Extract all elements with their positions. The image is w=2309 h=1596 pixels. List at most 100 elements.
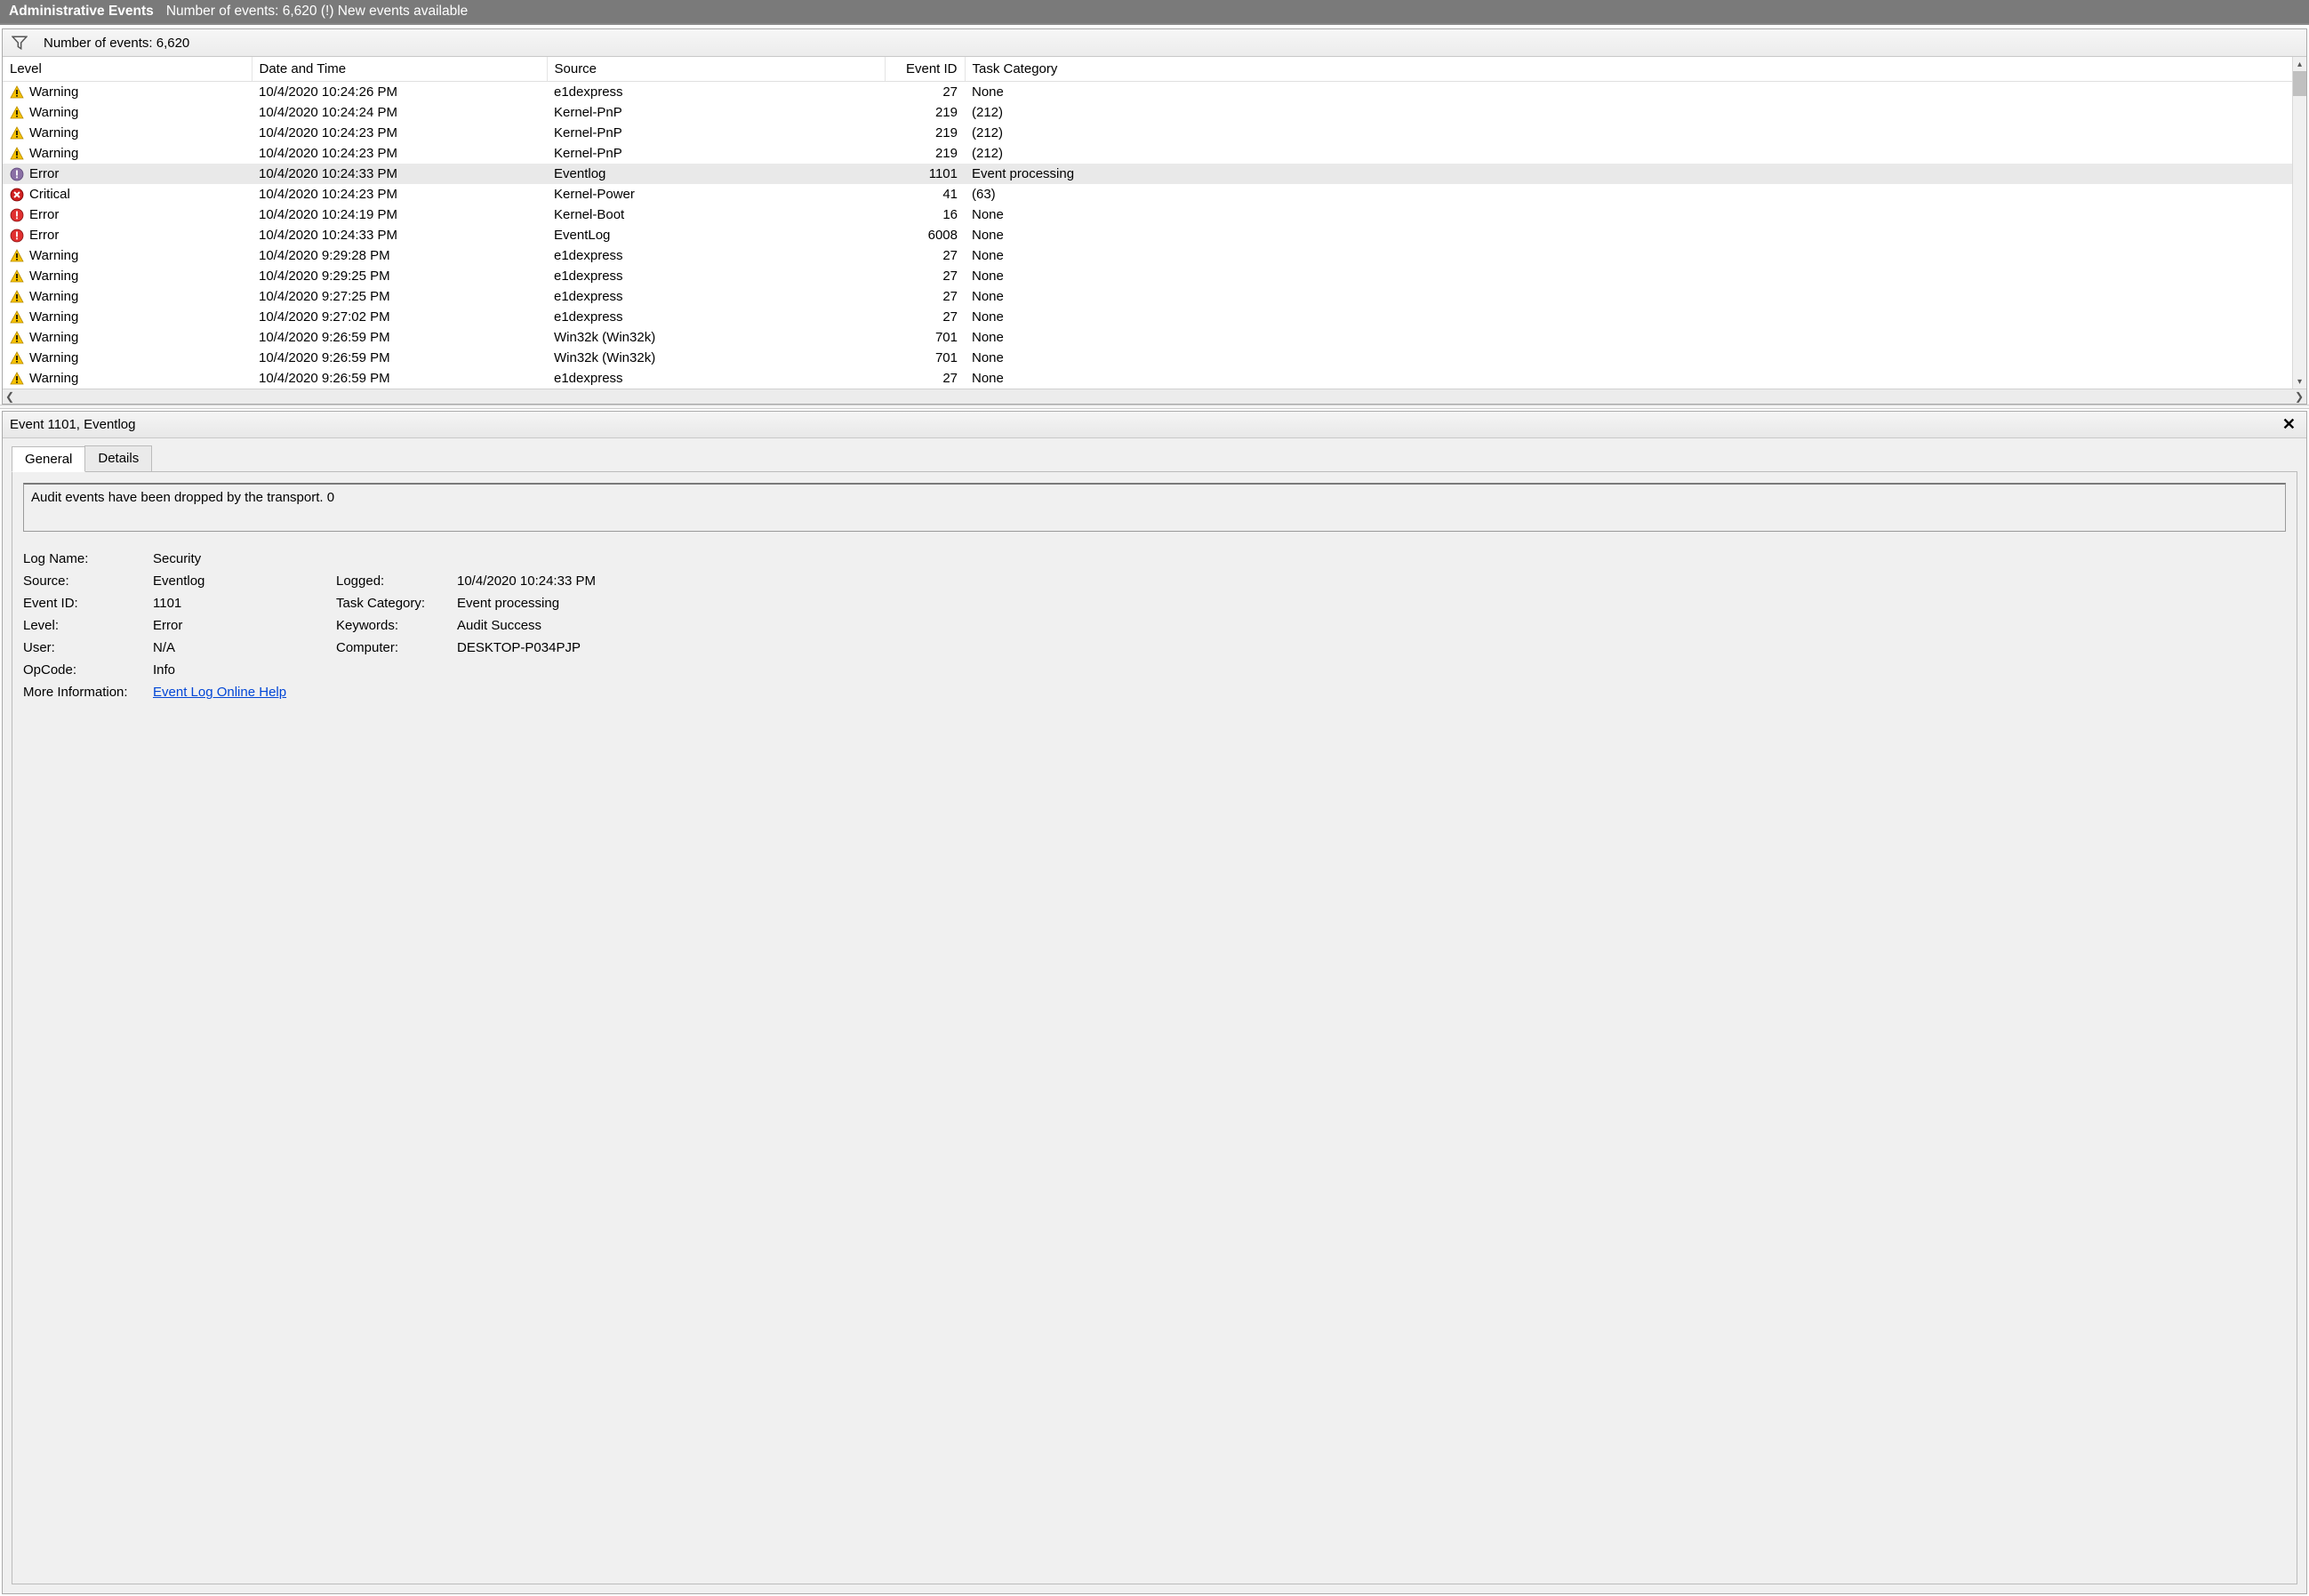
cell-date: 10/4/2020 9:27:02 PM — [252, 307, 547, 327]
cell-level: Warning — [3, 266, 252, 286]
critical-icon — [10, 188, 24, 202]
table-row[interactable]: Warning10/4/2020 10:24:23 PMKernel-PnP21… — [3, 143, 2306, 164]
table-row[interactable]: Warning10/4/2020 9:27:25 PMe1dexpress27N… — [3, 286, 2306, 307]
table-row[interactable]: Error10/4/2020 10:24:33 PMEventLog6008No… — [3, 225, 2306, 245]
label-keywords: Keywords: — [336, 618, 452, 633]
event-table[interactable]: Level Date and Time Source Event ID Task… — [3, 57, 2306, 389]
event-list-panel: Number of events: 6,620 Level Date and T… — [2, 28, 2307, 405]
value-source: Eventlog — [153, 573, 331, 589]
titlebar: Administrative Events Number of events: … — [0, 0, 2309, 25]
cell-source: Eventlog — [547, 164, 885, 184]
detail-title: Event 1101, Eventlog — [10, 417, 136, 432]
table-row[interactable]: Error10/4/2020 10:24:33 PMEventlog1101Ev… — [3, 164, 2306, 184]
tab-general[interactable]: General — [12, 446, 85, 472]
horizontal-scrollbar[interactable]: ❮ ❯ — [3, 389, 2306, 404]
col-header-level[interactable]: Level — [3, 57, 252, 82]
scroll-right-icon[interactable]: ❯ — [2295, 390, 2304, 403]
table-row[interactable]: Error10/4/2020 10:24:19 PMKernel-Boot16N… — [3, 205, 2306, 225]
cell-task: (63) — [965, 184, 2306, 205]
filter-icon[interactable] — [12, 35, 28, 51]
cell-task: None — [965, 307, 2306, 327]
close-icon[interactable]: ✕ — [2279, 415, 2299, 434]
cell-task: None — [965, 225, 2306, 245]
events-count-label: Number of events: 6,620 — [44, 36, 189, 51]
label-log-name: Log Name: — [23, 551, 148, 566]
table-row[interactable]: Warning10/4/2020 9:26:59 PMWin32k (Win32… — [3, 327, 2306, 348]
col-header-date[interactable]: Date and Time — [252, 57, 547, 82]
value-user: N/A — [153, 640, 331, 655]
col-header-source[interactable]: Source — [547, 57, 885, 82]
cell-level-text: Warning — [29, 105, 78, 120]
table-row[interactable]: Warning10/4/2020 9:29:28 PMe1dexpress27N… — [3, 245, 2306, 266]
label-opcode: OpCode: — [23, 662, 148, 678]
cell-level: Warning — [3, 123, 252, 143]
table-row[interactable]: Warning10/4/2020 9:29:25 PMe1dexpress27N… — [3, 266, 2306, 286]
cell-event-id: 219 — [885, 143, 965, 164]
warning-icon — [10, 249, 24, 263]
warning-icon — [10, 290, 24, 304]
cell-level: Warning — [3, 82, 252, 103]
tab-details[interactable]: Details — [84, 445, 152, 471]
scroll-thumb[interactable] — [2293, 71, 2306, 96]
titlebar-title: Administrative Events — [9, 4, 154, 20]
detail-general-body: Audit events have been dropped by the tr… — [12, 471, 2297, 1584]
cell-source: Kernel-Power — [547, 184, 885, 205]
label-logged: Logged: — [336, 573, 452, 589]
value-opcode: Info — [153, 662, 2286, 678]
cell-level-text: Warning — [29, 289, 78, 304]
table-row[interactable]: Warning10/4/2020 9:26:59 PMWin32k (Win32… — [3, 348, 2306, 368]
label-level: Level: — [23, 618, 148, 633]
warning-icon — [10, 106, 24, 120]
cell-task: (212) — [965, 143, 2306, 164]
cell-level-text: Warning — [29, 248, 78, 263]
cell-task: None — [965, 286, 2306, 307]
cell-event-id: 219 — [885, 102, 965, 123]
cell-level-text: Warning — [29, 84, 78, 100]
cell-event-id: 41 — [885, 184, 965, 205]
table-row[interactable]: Warning10/4/2020 9:26:59 PMe1dexpress27N… — [3, 368, 2306, 389]
cell-date: 10/4/2020 10:24:19 PM — [252, 205, 547, 225]
cell-source: e1dexpress — [547, 307, 885, 327]
cell-date: 10/4/2020 10:24:23 PM — [252, 143, 547, 164]
cell-date: 10/4/2020 9:26:59 PM — [252, 348, 547, 368]
table-row[interactable]: Warning10/4/2020 9:27:02 PMe1dexpress27N… — [3, 307, 2306, 327]
label-more-info: More Information: — [23, 685, 148, 700]
cell-source: Win32k (Win32k) — [547, 327, 885, 348]
cell-date: 10/4/2020 9:26:59 PM — [252, 327, 547, 348]
warning-icon — [10, 126, 24, 140]
link-online-help[interactable]: Event Log Online Help — [153, 685, 286, 700]
cell-source: EventLog — [547, 225, 885, 245]
col-header-eventid[interactable]: Event ID — [885, 57, 965, 82]
cell-level: Warning — [3, 245, 252, 266]
col-header-task[interactable]: Task Category — [965, 57, 2306, 82]
panel-divider[interactable] — [0, 405, 2309, 409]
table-row[interactable]: Warning10/4/2020 10:24:26 PMe1dexpress27… — [3, 82, 2306, 103]
cell-task: Event processing — [965, 164, 2306, 184]
scroll-left-icon[interactable]: ❮ — [5, 390, 14, 403]
event-properties: Log Name: Security Source: Eventlog Logg… — [23, 551, 2286, 700]
cell-event-id: 1101 — [885, 164, 965, 184]
scroll-up-icon[interactable]: ▴ — [2293, 57, 2306, 71]
vertical-scrollbar[interactable]: ▴ ▾ — [2292, 57, 2306, 389]
value-keywords: Audit Success — [457, 618, 2286, 633]
value-event-id: 1101 — [153, 596, 331, 611]
table-row[interactable]: Warning10/4/2020 10:24:24 PMKernel-PnP21… — [3, 102, 2306, 123]
value-log-name: Security — [153, 551, 2286, 566]
warning-icon — [10, 351, 24, 365]
cell-level-text: Error — [29, 166, 59, 181]
value-computer: DESKTOP-P034PJP — [457, 640, 2286, 655]
scroll-down-icon[interactable]: ▾ — [2293, 374, 2306, 389]
cell-source: Kernel-PnP — [547, 102, 885, 123]
cell-date: 10/4/2020 9:26:59 PM — [252, 368, 547, 389]
cell-task: None — [965, 348, 2306, 368]
cell-level-text: Warning — [29, 125, 78, 140]
cell-level: Error — [3, 164, 252, 184]
cell-task: None — [965, 205, 2306, 225]
table-row[interactable]: Critical10/4/2020 10:24:23 PMKernel-Powe… — [3, 184, 2306, 205]
warning-icon — [10, 85, 24, 100]
cell-level-text: Warning — [29, 371, 78, 386]
warning-icon — [10, 372, 24, 386]
cell-event-id: 701 — [885, 348, 965, 368]
table-row[interactable]: Warning10/4/2020 10:24:23 PMKernel-PnP21… — [3, 123, 2306, 143]
titlebar-subtitle: Number of events: 6,620 (!) New events a… — [166, 4, 468, 20]
